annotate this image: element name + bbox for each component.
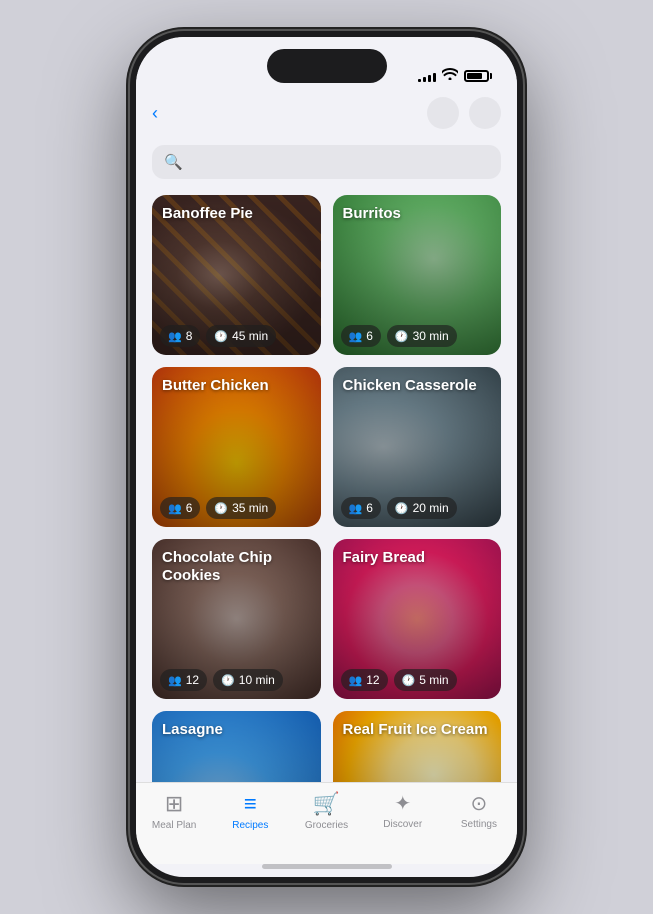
meal-plan-icon: ⊞: [165, 791, 183, 817]
clock-icon: 🕐: [395, 502, 409, 515]
wifi-icon: [442, 68, 458, 83]
clock-icon: 🕐: [214, 502, 228, 515]
recipe-title: Lasagne: [162, 721, 311, 739]
groceries-icon: 🛒: [313, 791, 340, 817]
tab-groceries[interactable]: 🛒 Groceries: [288, 791, 364, 831]
people-icon: 👥: [349, 330, 363, 343]
recipe-meta: 👥 6 🕐 30 min: [341, 325, 494, 347]
recipe-servings: 👥 6: [341, 497, 381, 519]
people-icon: 👥: [349, 674, 363, 687]
tab-settings[interactable]: ⊙ Settings: [441, 791, 517, 830]
people-icon: 👥: [168, 330, 182, 343]
nav-bar: ‹: [136, 91, 517, 133]
home-indicator: [262, 864, 392, 869]
recipe-card-lasagne[interactable]: Lasagne 👥 6 🕐 60 min: [152, 711, 321, 782]
dynamic-island: [267, 49, 387, 83]
recipe-card-banoffee-pie[interactable]: Banoffee Pie 👥 8 🕐 45 min: [152, 195, 321, 355]
people-icon: 👥: [168, 502, 182, 515]
recipe-meta: 👥 12 🕐 10 min: [160, 669, 313, 691]
search-icon: 🔍: [164, 153, 183, 171]
signal-icon: [418, 70, 436, 82]
phone-frame: ‹ 🔍 Banoffee: [130, 31, 523, 883]
recipe-servings: 👥 6: [160, 497, 200, 519]
recipe-time: 🕐 20 min: [387, 497, 457, 519]
recipe-time: 🕐 35 min: [206, 497, 276, 519]
recipe-card-burritos[interactable]: Burritos 👥 6 🕐 30 min: [333, 195, 502, 355]
recipe-servings: 👥 8: [160, 325, 200, 347]
recipe-time: 🕐 30 min: [387, 325, 457, 347]
clock-icon: 🕐: [221, 674, 235, 687]
clock-icon: 🕐: [402, 674, 416, 687]
more-options-button[interactable]: [469, 97, 501, 129]
recipe-meta: 👥 8 🕐 45 min: [160, 325, 313, 347]
recipe-card-chocolate-chip-cookies[interactable]: Chocolate Chip Cookies 👥 12 🕐 10 min: [152, 539, 321, 699]
recipe-title: Burritos: [343, 205, 492, 223]
back-chevron-icon: ‹: [152, 104, 158, 122]
people-icon: 👥: [168, 674, 182, 687]
recipe-meta: 👥 6 🕐 35 min: [160, 497, 313, 519]
tab-bar: ⊞ Meal Plan ≡ Recipes 🛒 Groceries ✦ Disc…: [136, 782, 517, 864]
settings-label: Settings: [461, 819, 497, 830]
recipe-time: 🕐 45 min: [206, 325, 276, 347]
recipe-title: Chocolate Chip Cookies: [162, 549, 311, 585]
recipe-time: 🕐 10 min: [213, 669, 283, 691]
recipe-card-butter-chicken[interactable]: Butter Chicken 👥 6 🕐 35 min: [152, 367, 321, 527]
settings-icon: ⊙: [471, 791, 488, 816]
recipe-card-real-fruit-ice-cream[interactable]: Real Fruit Ice Cream 👥 4 🕐 15 min: [333, 711, 502, 782]
recipe-time: 🕐 5 min: [394, 669, 457, 691]
meal-plan-label: Meal Plan: [152, 820, 196, 831]
recipe-title: Chicken Casserole: [343, 377, 492, 395]
phone-screen: ‹ 🔍 Banoffee: [136, 37, 517, 877]
tab-meal-plan[interactable]: ⊞ Meal Plan: [136, 791, 212, 831]
add-recipe-button[interactable]: [427, 97, 459, 129]
back-button[interactable]: ‹: [152, 104, 162, 122]
search-bar[interactable]: 🔍: [152, 145, 501, 179]
recipe-servings: 👥 12: [160, 669, 207, 691]
recipe-servings: 👥 12: [341, 669, 388, 691]
status-icons: [418, 68, 489, 83]
recipes-icon: ≡: [244, 791, 257, 817]
clock-icon: 🕐: [395, 330, 409, 343]
groceries-label: Groceries: [305, 820, 348, 831]
recipe-servings: 👥 6: [341, 325, 381, 347]
recipe-title: Butter Chicken: [162, 377, 311, 395]
battery-icon: [464, 70, 489, 82]
recipe-title: Banoffee Pie: [162, 205, 311, 223]
recipes-label: Recipes: [232, 820, 268, 831]
recipe-title: Fairy Bread: [343, 549, 492, 567]
discover-label: Discover: [383, 819, 422, 830]
recipe-meta: 👥 6 🕐 20 min: [341, 497, 494, 519]
discover-icon: ✦: [394, 791, 411, 816]
main-content: 🔍 Banoffee Pie 👥 8 🕐 45 min Burritos �: [136, 133, 517, 782]
people-icon: 👥: [349, 502, 363, 515]
recipe-card-chicken-casserole[interactable]: Chicken Casserole 👥 6 🕐 20 min: [333, 367, 502, 527]
recipe-card-fairy-bread[interactable]: Fairy Bread 👥 12 🕐 5 min: [333, 539, 502, 699]
clock-icon: 🕐: [214, 330, 228, 343]
tab-discover[interactable]: ✦ Discover: [365, 791, 441, 830]
recipe-grid: Banoffee Pie 👥 8 🕐 45 min Burritos 👥 6 🕐…: [152, 195, 501, 782]
recipe-meta: 👥 12 🕐 5 min: [341, 669, 494, 691]
nav-actions: [427, 97, 501, 129]
recipe-title: Real Fruit Ice Cream: [343, 721, 492, 739]
tab-recipes[interactable]: ≡ Recipes: [212, 791, 288, 831]
